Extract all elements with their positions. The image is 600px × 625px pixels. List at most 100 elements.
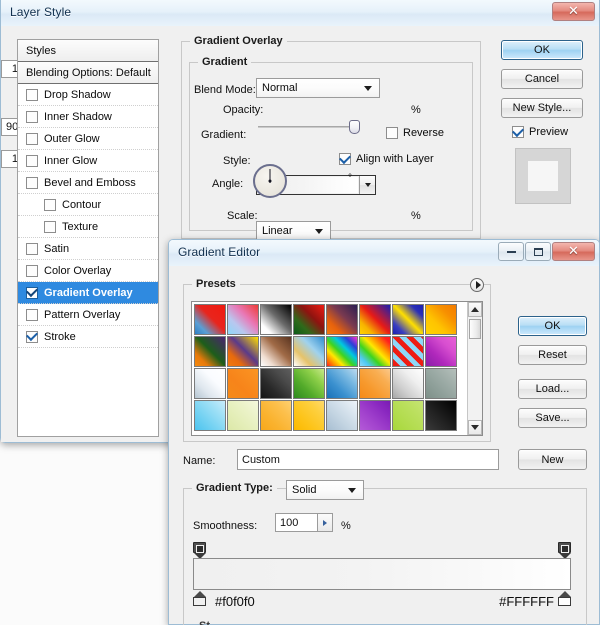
style-checkbox[interactable]: [26, 330, 38, 343]
gradient-editor-titlebar[interactable]: Gradient Editor ✕: [169, 240, 599, 266]
preset-swatch-pale-blue[interactable]: [326, 400, 358, 431]
preset-swatch-sage-grey[interactable]: [425, 368, 457, 399]
preset-swatch-red-green[interactable]: [293, 304, 325, 335]
gradient-stop-top-right[interactable]: [558, 542, 571, 559]
preset-swatch-gold[interactable]: [293, 400, 325, 431]
preset-swatch-orange-pale[interactable]: [359, 368, 391, 399]
preset-swatch-purple-orange[interactable]: [326, 304, 358, 335]
preset-swatch-blue-yellow-blue[interactable]: [392, 304, 424, 335]
style-select[interactable]: Linear: [256, 221, 331, 241]
style-row-bevel-and-emboss[interactable]: Bevel and Emboss: [18, 172, 158, 194]
style-checkbox[interactable]: [26, 110, 38, 123]
preset-swatch-silver-white[interactable]: [194, 368, 226, 399]
gradient-stop-bottom-right[interactable]: [558, 591, 571, 606]
gradient-picker-arrow[interactable]: [359, 176, 375, 194]
style-checkbox[interactable]: [26, 264, 38, 277]
style-checkbox[interactable]: [26, 308, 38, 321]
close-icon[interactable]: ✕: [552, 242, 595, 261]
style-checkbox[interactable]: [26, 88, 38, 101]
preset-swatch-black-charcoal[interactable]: [260, 368, 292, 399]
style-row-contour[interactable]: Contour: [18, 194, 158, 216]
opacity-slider[interactable]: [258, 120, 360, 134]
preview-checkbox[interactable]: [512, 126, 524, 138]
preset-swatch-red-blue[interactable]: [194, 304, 226, 335]
style-row-stroke[interactable]: Stroke: [18, 326, 158, 348]
align-with-layer-row[interactable]: Align with Layer: [339, 153, 434, 165]
style-row-outer-glow[interactable]: Outer Glow: [18, 128, 158, 150]
blend-mode-select[interactable]: Normal: [256, 78, 380, 98]
preset-swatch-copper[interactable]: [260, 336, 292, 367]
angle-dial[interactable]: [253, 164, 287, 198]
preset-swatch-transparent-rainbow[interactable]: [359, 336, 391, 367]
ok-button[interactable]: OK: [501, 40, 583, 60]
maximize-icon[interactable]: [525, 242, 551, 261]
gradient-stop-bottom-left[interactable]: [193, 591, 206, 606]
preset-swatch-pale-yellow-green[interactable]: [227, 400, 259, 431]
presets-flyout-icon[interactable]: [470, 278, 484, 292]
name-input[interactable]: Custom: [237, 449, 499, 470]
preset-swatch-grey-white[interactable]: [392, 368, 424, 399]
style-row-pattern-overlay[interactable]: Pattern Overlay: [18, 304, 158, 326]
presets-grid-container[interactable]: [191, 301, 483, 436]
scroll-down-icon[interactable]: [468, 420, 482, 435]
close-icon[interactable]: ✕: [552, 2, 595, 21]
style-row-texture[interactable]: Texture: [18, 216, 158, 238]
style-row-satin[interactable]: Satin: [18, 238, 158, 260]
preset-swatch-orange-solid[interactable]: [227, 368, 259, 399]
style-checkbox[interactable]: [44, 220, 56, 233]
reverse-checkbox-row[interactable]: Reverse: [386, 127, 444, 139]
minimize-icon[interactable]: [498, 242, 524, 261]
ge-load-button[interactable]: Load...: [518, 379, 587, 399]
gradient-bar[interactable]: [193, 558, 571, 590]
preset-swatch-chrome[interactable]: [293, 336, 325, 367]
reverse-checkbox[interactable]: [386, 127, 398, 139]
style-row-inner-glow[interactable]: Inner Glow: [18, 150, 158, 172]
preset-swatch-violet-green-orange[interactable]: [194, 336, 226, 367]
preset-swatch-purple-bright[interactable]: [359, 400, 391, 431]
style-row-inner-shadow[interactable]: Inner Shadow: [18, 106, 158, 128]
ge-new-button[interactable]: New: [518, 449, 587, 470]
scrollbar-thumb[interactable]: [469, 319, 481, 339]
preset-swatch-magenta-violet[interactable]: [425, 336, 457, 367]
styles-list[interactable]: Styles Blending Options: Default Drop Sh…: [17, 39, 159, 437]
preset-swatch-green-light[interactable]: [293, 368, 325, 399]
preset-swatch-yellow-violet-orange[interactable]: [227, 336, 259, 367]
presets-scrollbar[interactable]: [467, 302, 482, 435]
preset-swatch-black-white[interactable]: [260, 304, 292, 335]
preset-swatch-blue-steel[interactable]: [326, 368, 358, 399]
style-checkbox[interactable]: [44, 198, 56, 211]
layer-style-titlebar[interactable]: Layer Style ✕: [1, 0, 599, 26]
ge-save-button[interactable]: Save...: [518, 408, 587, 428]
new-style-button[interactable]: New Style...: [501, 98, 583, 118]
style-row-gradient-overlay[interactable]: Gradient Overlay: [18, 282, 158, 304]
smoothness-input[interactable]: 100: [275, 513, 333, 532]
preset-swatch-amber[interactable]: [260, 400, 292, 431]
preset-swatch-cyan-light[interactable]: [194, 400, 226, 431]
style-row-drop-shadow[interactable]: Drop Shadow: [18, 84, 158, 106]
opacity-slider-thumb[interactable]: [349, 120, 360, 134]
style-checkbox[interactable]: [26, 154, 38, 167]
style-row-color-overlay[interactable]: Color Overlay: [18, 260, 158, 282]
blending-options-row[interactable]: Blending Options: Default: [18, 62, 158, 84]
preset-swatch-transparent-stripes[interactable]: [392, 336, 424, 367]
preset-swatch-spectrum[interactable]: [326, 336, 358, 367]
preset-swatch-yellow-green[interactable]: [392, 400, 424, 431]
style-checkbox[interactable]: [26, 176, 38, 189]
ge-ok-button[interactable]: OK: [518, 316, 587, 336]
scroll-up-icon[interactable]: [468, 302, 482, 317]
cancel-button[interactable]: Cancel: [501, 69, 583, 89]
preset-swatch-orange-yellow[interactable]: [425, 304, 457, 335]
gradient-stop-top-left[interactable]: [193, 542, 206, 559]
style-checkbox[interactable]: [26, 132, 38, 145]
smoothness-stepper[interactable]: [317, 514, 332, 531]
ge-reset-button[interactable]: Reset: [518, 345, 587, 365]
style-row-label: Drop Shadow: [44, 88, 111, 101]
preset-swatch-blue-red-yellow[interactable]: [359, 304, 391, 335]
align-with-layer-checkbox[interactable]: [339, 153, 351, 165]
style-checkbox[interactable]: [26, 242, 38, 255]
gradient-type-select[interactable]: Solid: [286, 480, 364, 500]
preset-swatch-pink-checker[interactable]: [227, 304, 259, 335]
preset-swatch-black-fade[interactable]: [425, 400, 457, 431]
preview-checkbox-row[interactable]: Preview: [512, 126, 568, 138]
style-checkbox[interactable]: [26, 286, 38, 299]
